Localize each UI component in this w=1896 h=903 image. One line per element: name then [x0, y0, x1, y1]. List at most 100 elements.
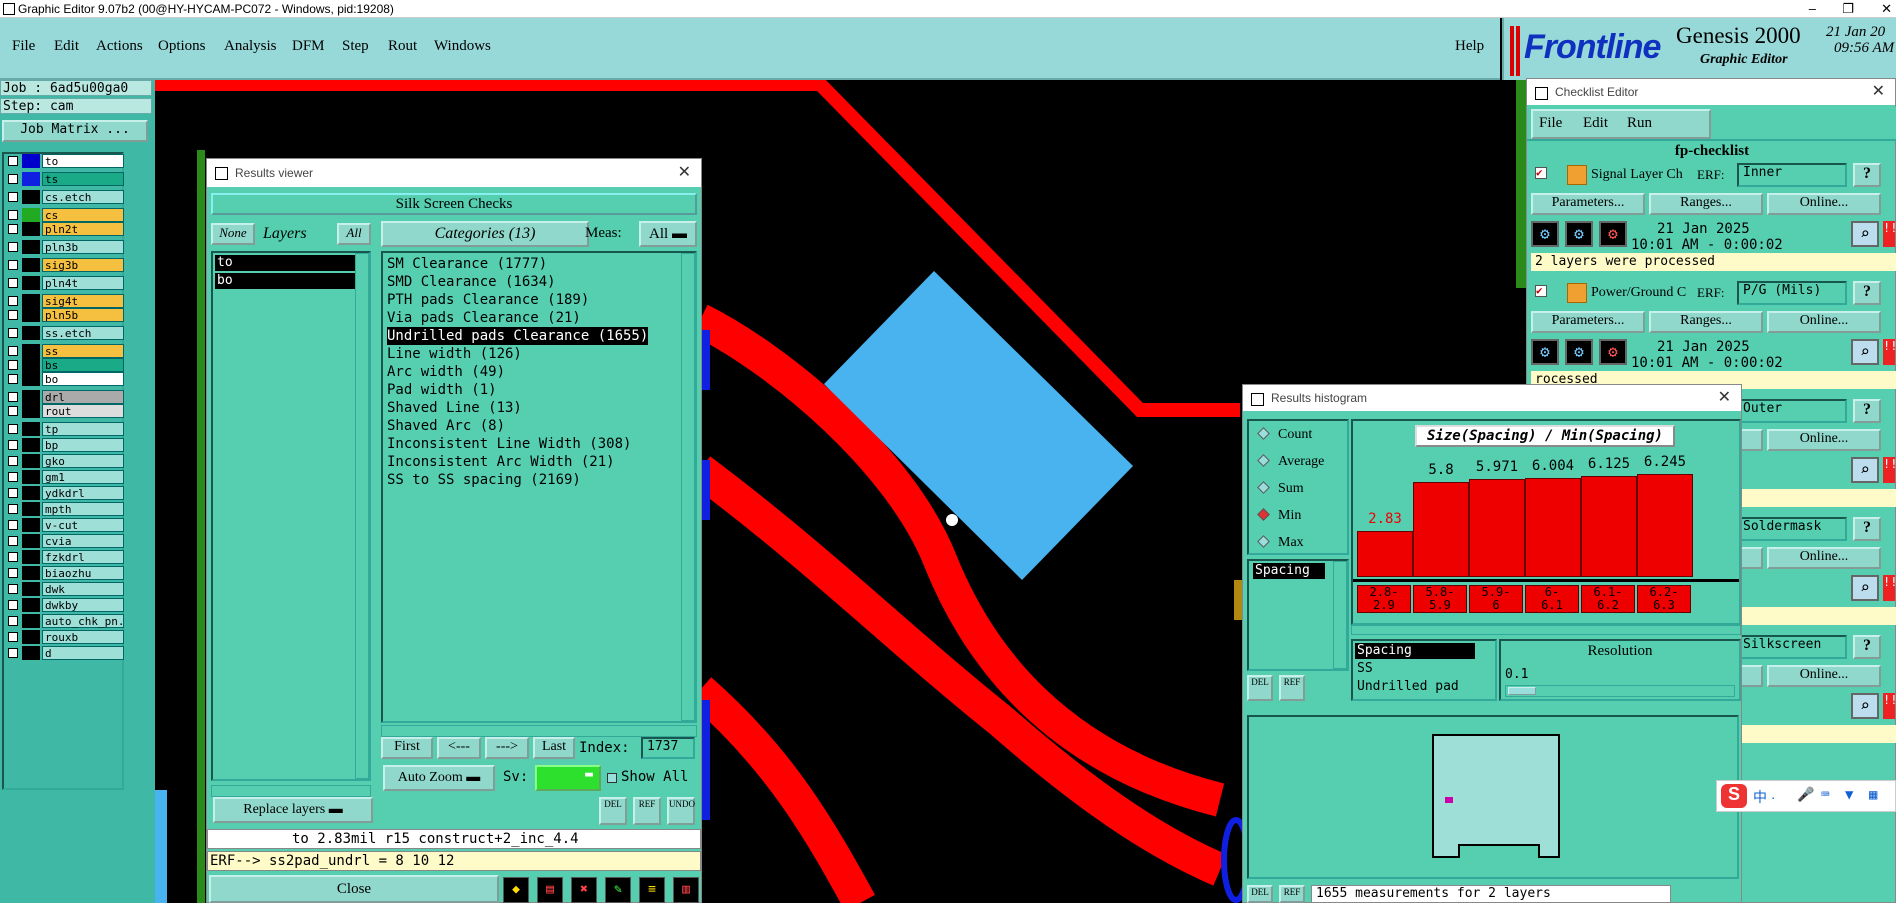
checklist-item-checkbox[interactable]: ✔ [1535, 167, 1547, 179]
layer-color-swatch[interactable] [22, 518, 40, 532]
layer-color-swatch[interactable] [22, 454, 40, 468]
ranges-button[interactable]: Ranges... [1649, 311, 1763, 333]
category-item[interactable]: Inconsistent Line Width (308) [387, 435, 631, 453]
run-all-icon[interactable]: ⚙ [1565, 339, 1593, 365]
layer-name[interactable]: ydkdrl [42, 486, 124, 500]
layer-row-gko[interactable]: gko [6, 454, 124, 468]
radio-average[interactable]: Average [1257, 454, 1324, 470]
run-icon[interactable]: ⚙ [1531, 339, 1559, 365]
layer-row-bs[interactable]: bs [6, 358, 124, 372]
menu-actions[interactable]: Actions [96, 38, 143, 55]
prev-button[interactable]: <--- [437, 737, 481, 759]
layer-checkbox[interactable] [8, 488, 18, 498]
histogram-icon[interactable]: ▥ [673, 877, 699, 903]
layer-name[interactable]: cvia [42, 534, 124, 548]
layer-checkbox[interactable] [8, 278, 18, 288]
del-button[interactable]: DEL [599, 797, 627, 825]
online-button[interactable]: Online... [1767, 311, 1881, 333]
menu-dfm[interactable]: DFM [292, 38, 325, 55]
run-icon[interactable]: ⚙ [1531, 221, 1559, 247]
layer-row-d[interactable]: d [6, 646, 124, 660]
resolution-slider[interactable] [1505, 685, 1735, 697]
layer-checkbox[interactable] [8, 600, 18, 610]
parameters-button[interactable]: Parameters... [1531, 193, 1645, 215]
layer-row-v-cut[interactable]: v-cut [6, 518, 124, 532]
layer-checkbox[interactable] [8, 648, 18, 658]
layer-row-cvia[interactable]: cvia [6, 534, 124, 548]
ranges-button[interactable]: Ranges... [1649, 193, 1763, 215]
layer-color-swatch[interactable] [22, 502, 40, 516]
layer-color-swatch[interactable] [22, 630, 40, 644]
layer-name[interactable]: pln4t [42, 276, 124, 290]
first-button[interactable]: First [381, 737, 433, 759]
help-button[interactable]: ? [1853, 163, 1881, 187]
legend-spacing[interactable]: Spacing [1355, 643, 1475, 659]
histogram-ref-button[interactable]: REF [1279, 675, 1305, 701]
layer-color-swatch[interactable] [22, 404, 40, 418]
category-item[interactable]: PTH pads Clearance (189) [387, 291, 589, 309]
magnifier-icon[interactable]: ⌕ [1851, 457, 1879, 483]
layer-name[interactable]: rouxb [42, 630, 124, 644]
layer-color-swatch[interactable] [22, 566, 40, 580]
ref-button[interactable]: REF [633, 797, 661, 825]
layer-row-tp[interactable]: tp [6, 422, 124, 436]
radio-sum[interactable]: Sum [1257, 481, 1304, 497]
layer-row-pln3b[interactable]: pln3b [6, 240, 124, 254]
layer-row-to[interactable]: to [6, 154, 124, 168]
histogram-bar[interactable] [1469, 479, 1525, 577]
parameters-button[interactable]: Parameters... [1531, 311, 1645, 333]
layer-color-swatch[interactable] [22, 534, 40, 548]
keyboard-icon[interactable]: ⌨ [1821, 787, 1829, 803]
checklist-item-checkbox[interactable]: ✔ [1535, 285, 1547, 297]
notes-icon[interactable]: ≡ [639, 877, 665, 903]
histogram-hscrollbar[interactable] [1351, 625, 1741, 635]
layer-color-swatch[interactable] [22, 154, 40, 168]
layer-color-swatch[interactable] [22, 372, 40, 386]
category-item[interactable]: Pad width (1) [387, 381, 497, 399]
layer-row-ss[interactable]: ss [6, 344, 124, 358]
erf-value[interactable]: Inner [1737, 163, 1847, 187]
layer-color-swatch[interactable] [22, 470, 40, 484]
layer-row-gm1[interactable]: gm1 [6, 470, 124, 484]
category-item[interactable]: Undrilled pads Clearance (1655) [387, 327, 649, 345]
category-item[interactable]: SS to SS spacing (2169) [387, 471, 581, 489]
layer-row-bo[interactable]: bo [6, 372, 124, 386]
histogram-bar[interactable] [1413, 482, 1469, 577]
layer-color-swatch[interactable] [22, 422, 40, 436]
close-button[interactable]: Close [209, 875, 499, 903]
online-button[interactable]: Online... [1767, 429, 1881, 451]
layer-color-swatch[interactable] [22, 258, 40, 272]
layer-name[interactable]: to [42, 154, 124, 168]
show-all-checkbox[interactable] [607, 773, 617, 783]
layer-name[interactable]: pln3b [42, 240, 124, 254]
menu-file[interactable]: File [12, 38, 35, 55]
layer-name[interactable]: pln2t [42, 222, 124, 236]
layer-row-mpth[interactable]: mpth [6, 502, 124, 516]
layer-checkbox[interactable] [8, 174, 18, 184]
layer-checkbox[interactable] [8, 224, 18, 234]
layer-name[interactable]: mpth [42, 502, 124, 516]
layer-row-pln4t[interactable]: pln4t [6, 276, 124, 290]
layer-checkbox[interactable] [8, 328, 18, 338]
layer-checkbox[interactable] [8, 568, 18, 578]
layer-color-swatch[interactable] [22, 390, 40, 404]
layer-row-ts[interactable]: ts [6, 172, 124, 186]
categories-hscrollbar[interactable] [381, 725, 697, 737]
category-item[interactable]: Via pads Clearance (21) [387, 309, 581, 327]
layer-row-auto-chk-pn-[interactable]: auto_chk_pn. [6, 614, 124, 628]
undo-button[interactable]: UNDO [667, 797, 695, 825]
menu-analysis[interactable]: Analysis [224, 38, 277, 55]
layer-row-sig3b[interactable]: sig3b [6, 258, 124, 272]
checklist-item-name[interactable]: Signal Layer Ch [1591, 167, 1683, 183]
help-button[interactable]: ? [1853, 517, 1881, 541]
menu-rout[interactable]: Rout [388, 38, 417, 55]
checklist-menu-edit[interactable]: Edit [1583, 115, 1608, 132]
close-window-button[interactable]: ✕ [1881, 0, 1892, 18]
category-item[interactable]: SM Clearance (1777) [387, 255, 547, 273]
layer-name[interactable]: auto_chk_pn. [42, 614, 124, 628]
histogram-bar[interactable] [1357, 531, 1413, 577]
category-item[interactable]: Inconsistent Arc Width (21) [387, 453, 615, 471]
layer-color-swatch[interactable] [22, 438, 40, 452]
layer-color-swatch[interactable] [22, 344, 40, 358]
layer-color-swatch[interactable] [22, 582, 40, 596]
